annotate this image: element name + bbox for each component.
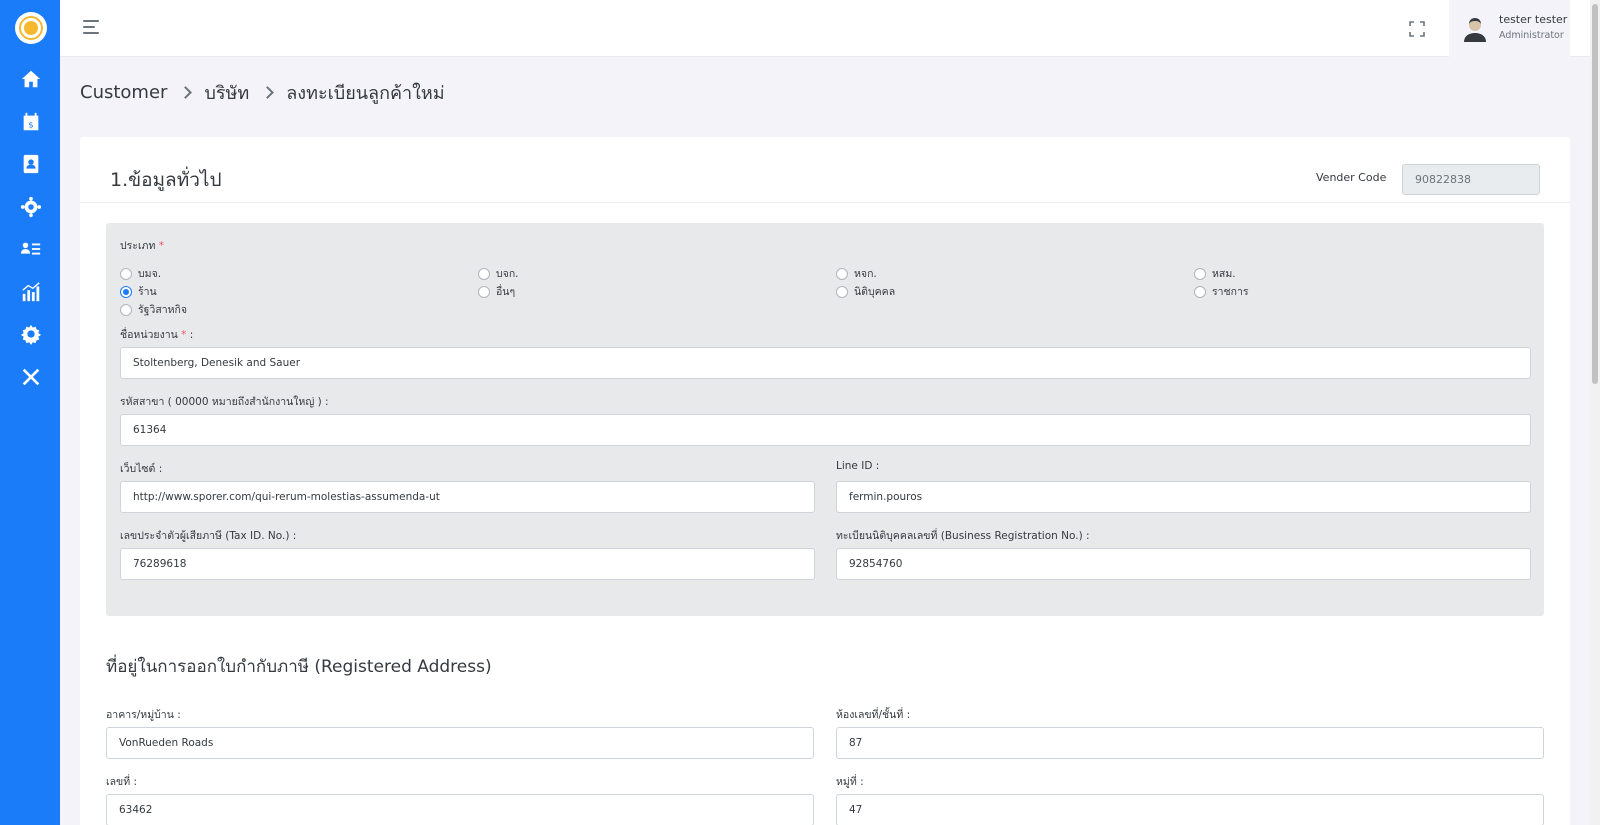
radio-type-2[interactable]: หจก. (836, 265, 877, 282)
room-label: ห้องเลขที่/ชั้นที่ : (836, 709, 911, 721)
breadcrumb-current: ลงทะเบียนลูกค้าใหม่ (286, 83, 445, 104)
svg-text:$: $ (28, 120, 33, 130)
room-input[interactable]: 87 (836, 727, 1544, 759)
building-label: อาคาร/หมู่บ้าน : (106, 709, 181, 721)
home-icon[interactable] (19, 67, 43, 91)
section-title-general: 1.ข้อมูลทั่วไป (110, 169, 222, 191)
radio-type-0[interactable]: บมจ. (120, 265, 161, 282)
vender-code-field: 90822838 (1402, 164, 1540, 195)
tools-icon[interactable] (19, 365, 43, 389)
user-name: tester tester (1499, 13, 1568, 26)
moo-input[interactable]: 47 (836, 794, 1544, 825)
radio-type-4[interactable]: ร้าน (120, 283, 157, 300)
topbar: tester tester Administrator (60, 0, 1590, 57)
fullscreen-icon[interactable] (1409, 21, 1425, 37)
avatar (1462, 16, 1488, 42)
chevron-right-icon (179, 86, 193, 99)
house-number-label: เลขที่ : (106, 776, 137, 788)
analytics-chart-icon[interactable] (19, 280, 43, 304)
building-input[interactable]: VonRueden Roads (106, 727, 814, 759)
breadcrumb-company[interactable]: บริษัท (204, 78, 249, 107)
divider (80, 202, 1570, 203)
contacts-icon[interactable] (19, 152, 43, 176)
tax-id-label: เลขประจำตัวผู้เสียภาษี (Tax ID. No.) : (120, 530, 297, 542)
registered-address-title: ที่อยู่ในการออกใบกำกับภาษี (Registered A… (106, 657, 492, 677)
customer-form-card: 1.ข้อมูลทั่วไป Vender Code 90822838 ประเ… (80, 137, 1570, 825)
line-id-label: Line ID : (836, 460, 880, 472)
breadcrumb: Customer บริษัท ลงทะเบียนลูกค้าใหม่ (80, 78, 445, 107)
user-list-icon[interactable] (19, 237, 43, 261)
gear-icon[interactable] (19, 322, 43, 346)
radio-type-3[interactable]: หสม. (1194, 265, 1236, 282)
billing-calendar-icon[interactable]: $ (19, 110, 43, 134)
business-reg-input[interactable]: 92854760 (836, 548, 1531, 580)
unit-name-label: ชื่อหน่วยงาน * : (120, 329, 194, 341)
user-role: Administrator (1499, 30, 1564, 41)
website-input[interactable]: http://www.sporer.com/qui-rerum-molestia… (120, 481, 815, 513)
sidebar: $ (0, 0, 60, 825)
chevron-right-icon (261, 86, 275, 99)
moo-label: หมู่ที่ : (836, 776, 864, 788)
team-settings-icon[interactable] (19, 195, 43, 219)
app-logo[interactable] (15, 12, 47, 44)
radio-type-6[interactable]: นิติบุคคล (836, 283, 895, 300)
page-scrollbar[interactable] (1590, 0, 1600, 825)
business-reg-label: ทะเบียนนิติบุคคลเลขที่ (Business Registr… (836, 530, 1090, 542)
line-id-input[interactable]: fermin.pouros (836, 481, 1531, 513)
radio-type-5[interactable]: อื่นๆ (478, 283, 515, 300)
radio-type-1[interactable]: บจก. (478, 265, 519, 282)
website-label: เว็บไซต์ : (120, 463, 163, 475)
radio-type-7[interactable]: ราชการ (1194, 283, 1249, 300)
tax-id-input[interactable]: 76289618 (120, 548, 815, 580)
menu-toggle-icon[interactable] (83, 20, 101, 34)
branch-code-input[interactable]: 61364 (120, 414, 1531, 446)
radio-type-8[interactable]: รัฐวิสาหกิจ (120, 301, 187, 318)
house-number-input[interactable]: 63462 (106, 794, 814, 825)
breadcrumb-customer[interactable]: Customer (80, 82, 167, 103)
vender-code-label: Vender Code (1316, 171, 1387, 184)
unit-name-input[interactable]: Stoltenberg, Denesik and Sauer (120, 347, 1531, 379)
general-info-panel: ประเภท * บมจ. บจก. หจก. หสม. ร้าน อื่นๆ … (106, 223, 1544, 616)
type-label: ประเภท * (120, 240, 164, 252)
branch-code-label: รหัสสาขา ( 00000 หมายถึงสำนักงานใหญ่ ) : (120, 396, 329, 408)
user-menu[interactable]: tester tester Administrator (1449, 0, 1570, 57)
